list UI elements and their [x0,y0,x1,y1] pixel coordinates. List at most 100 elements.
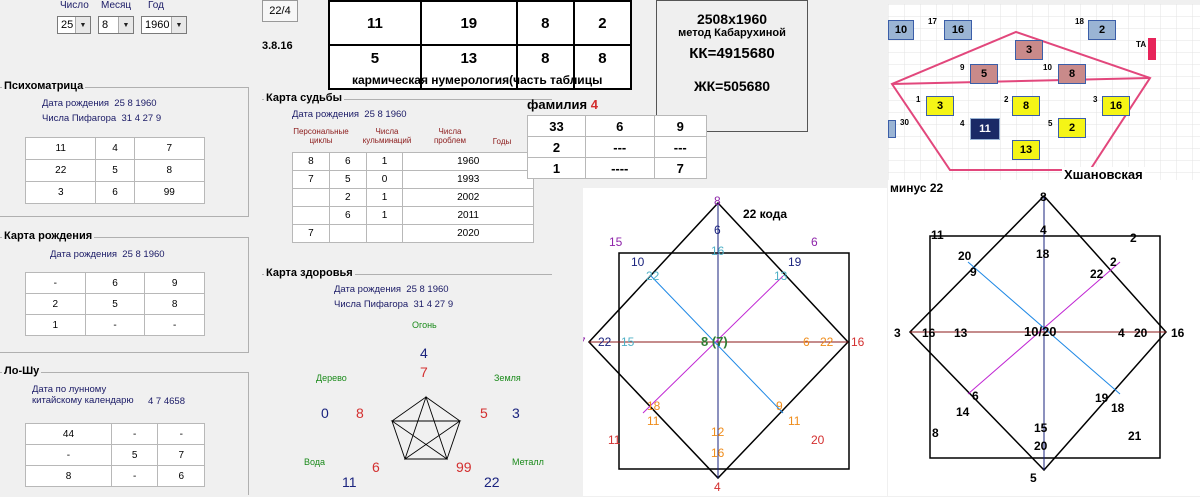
cell: --- [653,136,708,158]
cell: 4 [95,137,135,160]
code-label: 15 [621,335,635,349]
earth-label: Земля [494,373,521,383]
fire-bottom: 7 [420,364,428,380]
cell: 7 [133,137,206,160]
month-select[interactable]: 8 ▼ [98,16,134,34]
fate-map-title: Карта судьбы [264,92,344,104]
kh-idx: 30 [900,118,909,127]
chevron-down-icon: ▼ [118,17,133,33]
kh-idx: 5 [1048,119,1053,128]
chart-title: 22 кода [743,207,787,221]
earth-inner: 5 [480,405,488,421]
fate-header: Годы [492,137,512,146]
kh-idx: 10 [1043,63,1052,72]
wood-outer: 0 [321,405,329,421]
birth-map-grid: -69 258 1-- [25,272,205,336]
day-select[interactable]: 25 ▼ [57,16,91,34]
code-label: 20 [811,433,825,447]
center-label: 8 (7) [701,334,728,349]
pyth-label: Числа Пифагора [42,113,117,124]
kh-cell: 3 [1015,40,1043,60]
birth-label: Дата рождения [292,109,360,120]
cell: 7 [157,444,205,466]
code-label: 22 [820,335,834,349]
year-value: 1960 [145,19,170,31]
water-inner: 6 [372,459,380,475]
code-label: 6 [811,235,818,249]
cell: 3 [24,181,97,204]
code-label: 4 [714,480,721,494]
pentagram-icon [390,395,462,461]
cell: 2 [25,293,86,315]
surname-table: 33 6 9 2 --- --- 1 ---- 7 [527,115,708,179]
code-label: 8 [714,194,721,208]
loshu-grid: 44- - -57 8-6 [25,423,205,487]
loshu-group: Ло-Шу Дата по лунному китайскому календа… [0,365,249,495]
cell [292,206,330,225]
karmic-cell: 11 [328,0,422,46]
earth-outer: 3 [512,405,520,421]
code-label: 8 [932,426,939,440]
water-outer: 11 [342,474,357,490]
kh-cell: 5 [970,64,998,84]
kh-edge-cell [888,120,896,138]
month-value: 8 [102,19,109,31]
code-label: 22 [1090,267,1104,281]
lunar-label: Дата по лунному китайскому календарю [32,384,134,406]
code-label: 21 [1128,429,1142,443]
cell: 44 [25,423,112,445]
surname-num: 4 [590,97,598,112]
code-label: 6 [714,223,721,237]
birth-label: Дата рождения [50,249,118,260]
cell: 8 [144,293,205,315]
cell: 9 [653,115,708,137]
kh-idx: 1 [916,95,921,104]
chevron-down-icon: ▼ [75,17,90,33]
health-map-title: Карта здоровья [264,267,355,279]
cell: 6 [584,115,655,137]
birth-map-group: Карта рождения Дата рождения 25 8 1960 -… [0,230,249,353]
code-label: 8 [1040,190,1047,204]
kk-value: КК=4915680 [689,45,775,62]
psychomatrix-title: Психоматрица [2,80,86,92]
cell: 2 [527,136,586,158]
code-label: 16 [711,244,725,258]
cell: 99 [133,181,206,204]
code-label: 16 [711,446,725,460]
code-label: 13 [954,326,968,340]
cell: 5 [110,444,159,466]
cell [292,188,330,207]
kh-idx: 4 [960,119,965,128]
kh-cell: 3 [926,96,954,116]
code-label: 18 [1036,247,1050,261]
health-map-group: Карта здоровья Дата рождения 25 8 1960 Ч… [262,267,552,497]
cell: 1960 [402,152,534,171]
surname-label: фамилия 4 [527,97,598,112]
kabarukhina-line2: метод Кабарухиной [678,27,786,39]
day-label: Число [60,0,89,11]
code-label: 16 [1171,326,1185,340]
cell: 2 [328,188,367,207]
cell: - [25,272,86,294]
code-label: 5 [1030,471,1037,485]
top-date-box: 22/4 [262,0,298,22]
kh-cell: 10 [888,20,914,40]
wood-inner: 8 [356,405,364,421]
kh-cell: 16 [944,20,972,40]
year-select[interactable]: 1960 ▼ [141,16,187,34]
code-label: 11 [931,228,944,242]
cell: 1 [365,206,404,225]
cell: 6 [95,181,135,204]
birth-label: Дата рождения [334,284,402,295]
cell: 0 [365,170,404,189]
cell: 1 [25,314,86,336]
month-label: Месяц [101,0,132,11]
pyth-label: Числа Пифагора [334,299,409,310]
cell: 8 [292,152,330,171]
cell: - [25,444,112,466]
kh-edge: ТА [1136,40,1147,49]
cell: 7 [653,157,708,179]
birth-value: 25 8 1960 [114,98,157,109]
cell: 5 [328,170,367,189]
code-label: 18 [647,399,661,413]
